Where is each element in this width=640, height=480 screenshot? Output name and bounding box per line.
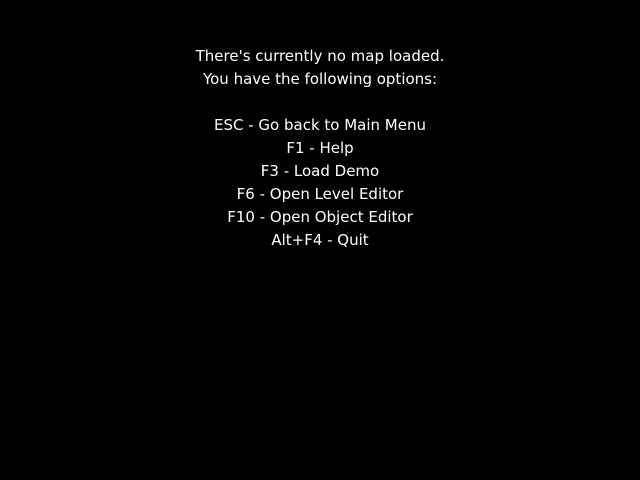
option-f1-help[interactable]: F1 - Help [0,137,640,160]
option-alt-f4-quit[interactable]: Alt+F4 - Quit [0,229,640,252]
option-f3-load-demo[interactable]: F3 - Load Demo [0,160,640,183]
no-map-heading: There's currently no map loaded. [195,47,445,65]
option-f6-level-editor[interactable]: F6 - Open Level Editor [0,183,640,206]
game-screen: There's currently no map loaded. You hav… [0,0,640,480]
no-map-message: There's currently no map loaded. You hav… [0,45,640,252]
option-f10-object-editor[interactable]: F10 - Open Object Editor [0,206,640,229]
option-esc-main-menu[interactable]: ESC - Go back to Main Menu [0,114,640,137]
options-intro: You have the following options: [202,70,438,88]
